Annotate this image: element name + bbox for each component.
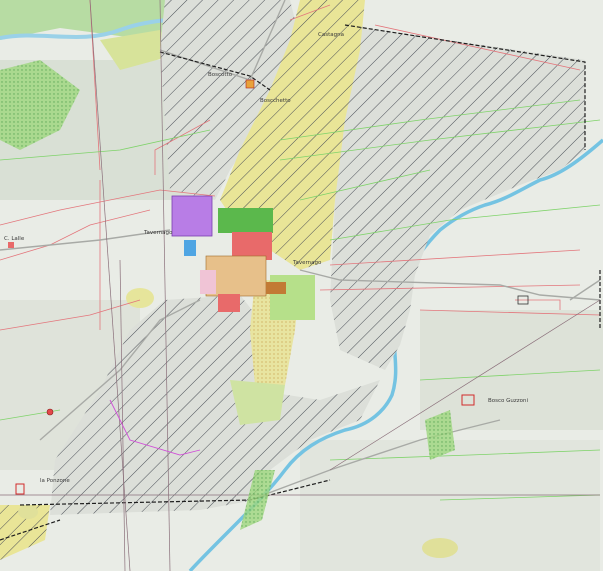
- yellow-patch: [126, 288, 154, 308]
- label-top-farm: Castagna: [318, 32, 344, 38]
- pink-yard: [200, 270, 216, 294]
- label-north-farm-detail: Boscchetto: [260, 98, 291, 104]
- violet-zone: [171, 195, 213, 237]
- yellow-patch: [18, 505, 38, 519]
- label-east-farm: Bosco Guzzoni: [488, 398, 529, 404]
- label-center-left: Tavernago: [143, 230, 173, 236]
- label-southwest-farm: la Ponzone: [40, 478, 70, 484]
- red-circle-marker-icon: [46, 408, 54, 416]
- green-court: [270, 275, 315, 320]
- green-block: [218, 208, 273, 233]
- label-west-locality: C. Lalle: [4, 236, 25, 242]
- red-building: [218, 294, 240, 312]
- label-center-right: Tavernago: [292, 260, 322, 266]
- yellow-patch: [422, 538, 458, 558]
- blue-building: [184, 240, 196, 256]
- north-farm-building: [245, 79, 255, 89]
- land-use-map: Castagna Boscotto Boscchetto C. Lalle Ta…: [0, 0, 603, 571]
- orange-building: [266, 282, 286, 294]
- west-building: [8, 242, 14, 248]
- label-north-farm: Boscotto: [208, 72, 233, 78]
